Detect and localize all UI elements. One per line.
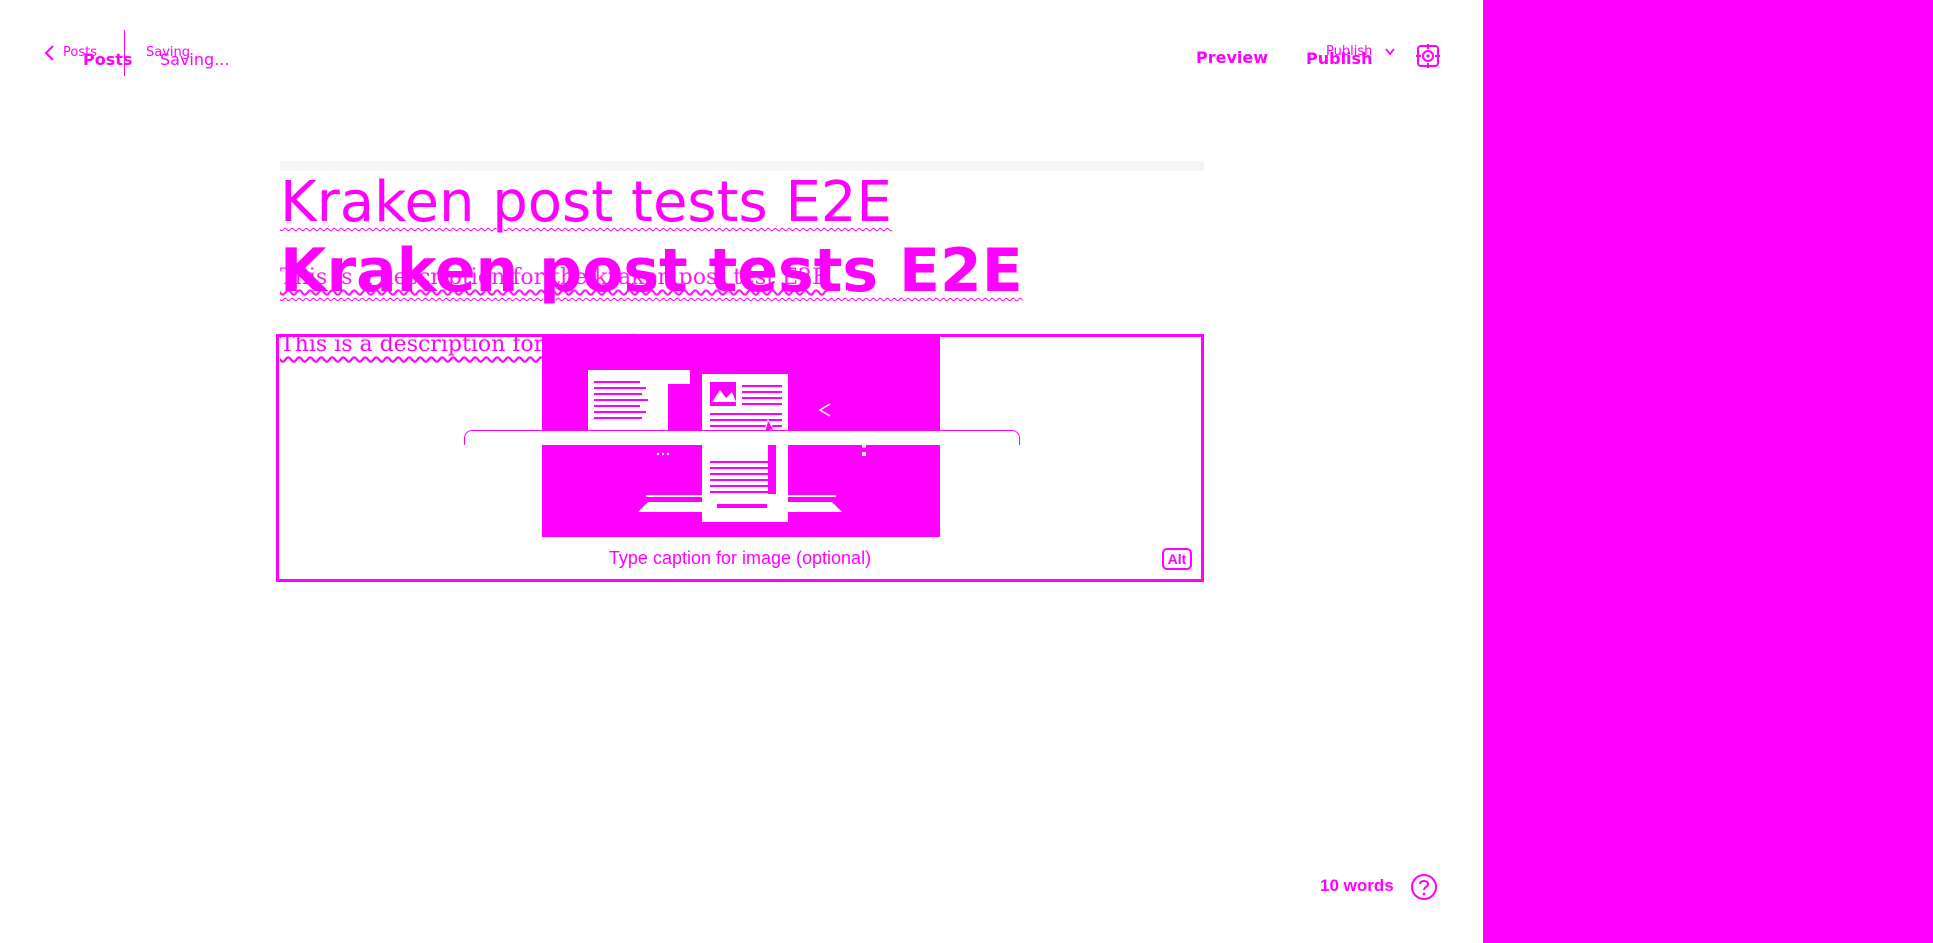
image-toolbar[interactable]: [464, 430, 1020, 445]
publish-button[interactable]: Publish Publish: [1306, 44, 1396, 72]
settings-gear-icon[interactable]: [1414, 42, 1442, 70]
saving-status: Saving...: [160, 50, 230, 69]
header-divider: [124, 30, 125, 76]
post-title-input[interactable]: Kraken post tests E2E: [280, 170, 892, 235]
chevron-left-icon: [43, 44, 55, 62]
word-count: 10 words: [1320, 876, 1394, 895]
preview-button[interactable]: Preview: [1196, 48, 1268, 67]
settings-side-panel: [1483, 0, 1933, 943]
alt-text-button[interactable]: Alt: [1162, 548, 1192, 570]
publish-label: Publish: [1306, 49, 1373, 68]
image-caption-input[interactable]: Type caption for image (optional): [276, 548, 1204, 569]
post-title-ghost: Kraken post tests E2E: [280, 236, 1023, 306]
help-icon[interactable]: [1409, 873, 1439, 901]
back-label: Posts: [83, 50, 133, 69]
chevron-down-icon: [1384, 47, 1396, 57]
